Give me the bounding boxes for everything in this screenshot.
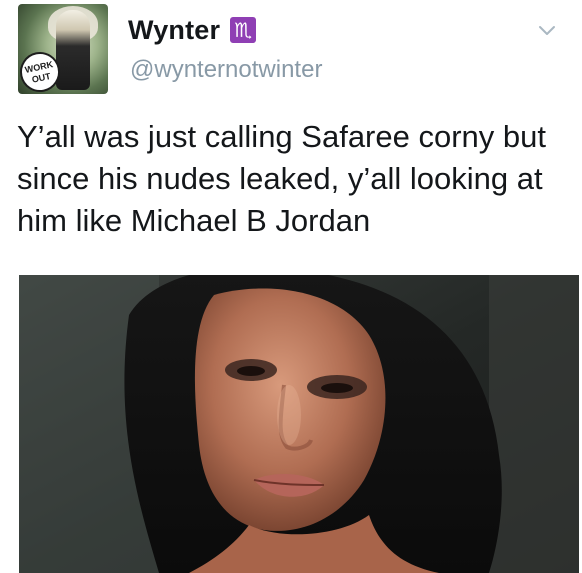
scorpio-emoji-icon: ♏ [230,17,257,43]
display-name[interactable]: Wynter [128,15,220,46]
chevron-down-icon[interactable] [537,24,557,38]
tweet-text: Y’all was just calling Safaree corny but… [17,119,546,238]
avatar[interactable]: WORK OUT [18,4,108,94]
attached-media[interactable] [19,275,579,573]
user-handle[interactable]: @wynternotwinter [130,56,322,84]
attached-media-image [19,275,579,573]
avatar-figure [56,10,90,90]
tweet-card: WORK OUT Wynter ♏ @wynternotwinter Y’all… [0,0,582,573]
author-name-row: Wynter ♏ [128,12,257,48]
work-out-stamp-icon: WORK OUT [24,59,54,85]
